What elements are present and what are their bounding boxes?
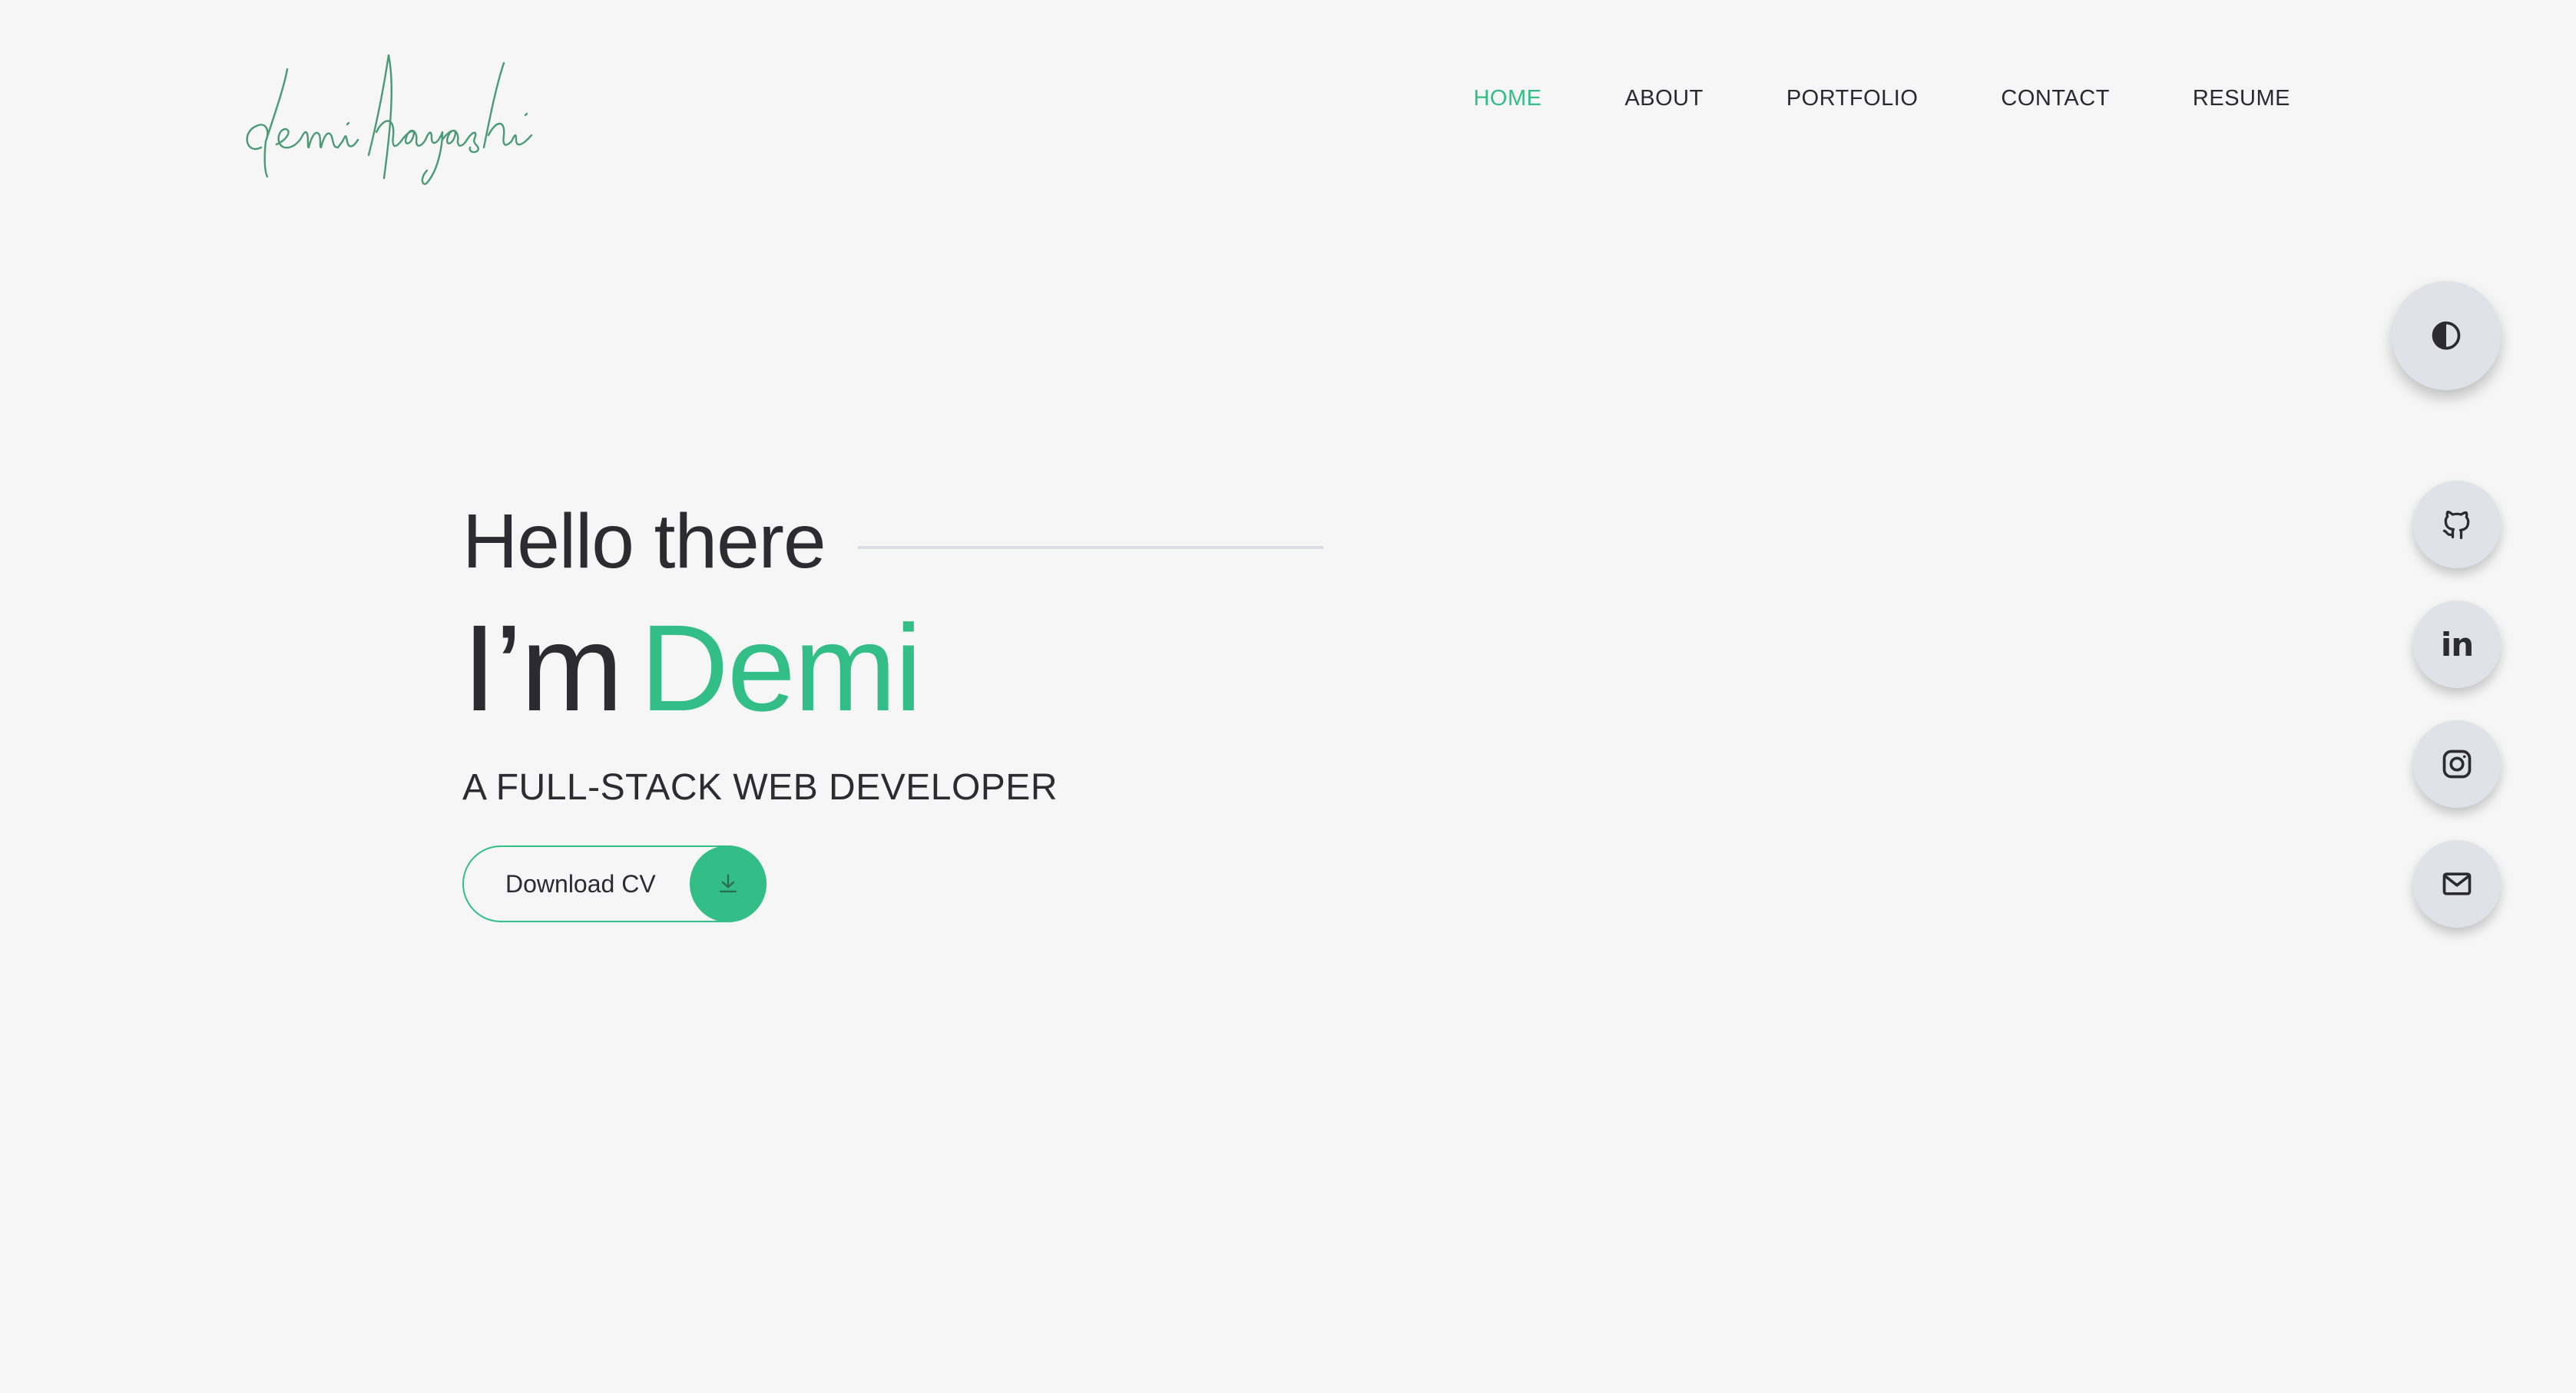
- theme-toggle-button[interactable]: [2392, 281, 2501, 390]
- download-cv-label: Download CV: [505, 869, 656, 898]
- linkedin-button[interactable]: in: [2413, 601, 2501, 688]
- mail-icon: [2442, 872, 2472, 895]
- nav-resume[interactable]: RESUME: [2193, 86, 2290, 111]
- social-links: in: [2413, 481, 2501, 928]
- hero-section: Hello there I’m Demi A FULL-STACK WEB DEV…: [462, 491, 1323, 922]
- download-icon: [690, 845, 767, 922]
- headline-name: Demi: [640, 599, 922, 736]
- logo[interactable]: [230, 40, 568, 186]
- greeting-text: Hello there: [462, 498, 826, 584]
- nav-contact[interactable]: CONTACT: [2001, 86, 2110, 111]
- email-button[interactable]: [2413, 840, 2501, 928]
- linkedin-icon: in: [2440, 625, 2474, 663]
- nav-about[interactable]: ABOUT: [1624, 86, 1703, 111]
- nav-home[interactable]: HOME: [1473, 86, 1541, 111]
- instagram-icon: [2442, 749, 2472, 779]
- page: HOME ABOUT PORTFOLIO CONTACT RESUME Hell…: [0, 0, 2576, 1393]
- github-icon: [2442, 511, 2470, 540]
- greeting-row: Hello there: [462, 491, 1323, 591]
- nav-portfolio[interactable]: PORTFOLIO: [1786, 86, 1919, 111]
- github-button[interactable]: [2413, 481, 2501, 568]
- headline-prefix: I’m: [462, 599, 623, 736]
- headline: I’m Demi: [462, 599, 1323, 737]
- download-cv-button[interactable]: Download CV: [462, 845, 767, 922]
- instagram-button[interactable]: [2413, 720, 2501, 808]
- logo-signature: [246, 54, 533, 185]
- greeting-divider: [857, 546, 1323, 549]
- main-nav: HOME ABOUT PORTFOLIO CONTACT RESUME: [1473, 86, 2290, 111]
- half-circle-contrast-icon: [2432, 321, 2461, 350]
- hero-subtitle: A FULL-STACK WEB DEVELOPER: [462, 767, 1058, 808]
